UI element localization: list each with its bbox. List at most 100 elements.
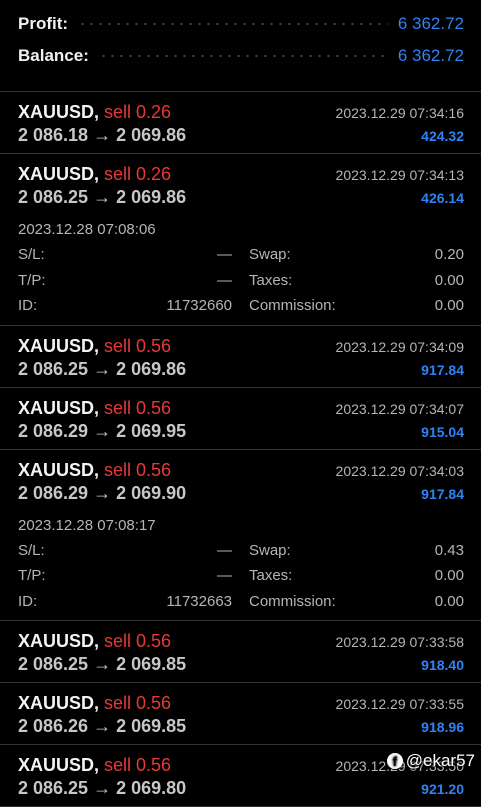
trade-details: 2023.12.28 07:08:17 S/L: — Swap: 0.43 T/P:… — [18, 511, 464, 621]
trade-title: XAUUSD, sell 0.26 — [18, 102, 171, 123]
trade-header[interactable]: XAUUSD, sell 0.26 2 086.18 → 2 069.86 202… — [18, 92, 464, 153]
trade-symbol: XAUUSD, — [18, 459, 100, 480]
trade-symbol: XAUUSD, — [18, 102, 100, 122]
arrow-icon: → — [93, 654, 112, 674]
trade-prices: 2 086.29 → 2 069.90 — [18, 483, 186, 504]
trade-profit: 426.14 — [421, 190, 464, 206]
trade-side: sell 0.56 — [104, 755, 172, 775]
tp-label: T/P: — [18, 567, 46, 584]
swap-label: Swap: — [249, 246, 291, 263]
close-time: 2023.12.29 07:34:09 — [335, 338, 464, 355]
commission-value: 0.00 — [434, 592, 464, 610]
arrow-icon: → — [93, 358, 112, 379]
trade-prices: 2 086.25 → 2 069.86 — [18, 187, 186, 208]
close-price: 2 069.90 — [116, 482, 187, 503]
id-label: ID: — [18, 297, 38, 314]
trade-profit: 915.04 — [421, 423, 464, 440]
detail-row-sl-swap: S/L: — Swap: 0.20 — [18, 242, 464, 268]
trade-title: XAUUSD, sell 0.56 — [18, 398, 171, 419]
arrow-icon: → — [93, 125, 112, 145]
close-time: 2023.12.29 07:34:07 — [335, 400, 464, 417]
tp-value: — — [217, 271, 232, 289]
trade-title: XAUUSD, sell 0.56 — [18, 460, 171, 481]
trade-title: XAUUSD, sell 0.26 — [18, 164, 171, 185]
sl-value: — — [217, 246, 232, 263]
profit-label: Profit: — [18, 14, 69, 33]
open-price: 2 086.29 — [18, 482, 89, 503]
trade-header[interactable]: XAUUSD, sell 0.56 2 086.29 → 2 069.95 202… — [18, 388, 464, 449]
trade-row[interactable]: XAUUSD, sell 0.56 2 086.26 → 2 069.85 202… — [0, 683, 481, 745]
detail-row-id-commission: ID: 11732663 Commission: 0.00 — [18, 589, 464, 615]
close-time: 2023.12.29 07:34:03 — [335, 462, 464, 479]
trade-row[interactable]: XAUUSD, sell 0.56 2 086.29 → 2 069.95 202… — [0, 388, 481, 450]
trade-header[interactable]: XAUUSD, sell 0.56 2 086.25 → 2 069.86 202… — [18, 326, 464, 387]
trade-profit: 917.84 — [421, 361, 464, 378]
trade-symbol: XAUUSD, — [18, 397, 100, 418]
trade-side: sell 0.56 — [104, 631, 172, 651]
tp-value: — — [217, 567, 232, 584]
tp-label: T/P: — [18, 271, 46, 289]
trade-title: XAUUSD, sell 0.56 — [18, 631, 171, 652]
swap-value: 0.20 — [434, 246, 464, 263]
watermark: f @ekar57 — [386, 751, 475, 771]
trade-title: XAUUSD, sell 0.56 — [18, 336, 171, 357]
balance-value: 6 362.72 — [397, 46, 464, 65]
trade-row[interactable]: XAUUSD, sell 0.26 2 086.25 → 2 069.86 202… — [0, 154, 481, 326]
detail-row-sl-swap: S/L: — Swap: 0.43 — [18, 538, 464, 564]
swap-label: Swap: — [249, 541, 291, 559]
trade-prices: 2 086.18 → 2 069.86 — [18, 125, 186, 146]
trade-prices: 2 086.25 → 2 069.85 — [18, 654, 186, 675]
arrow-icon: → — [93, 778, 112, 798]
detail-row-tp-taxes: T/P: — Taxes: 0.00 — [18, 563, 464, 589]
trade-profit: 921.20 — [421, 781, 464, 797]
trade-side: sell 0.56 — [104, 693, 172, 713]
trade-title: XAUUSD, sell 0.56 — [18, 755, 171, 776]
open-price: 2 086.26 — [18, 716, 89, 736]
trade-header[interactable]: XAUUSD, sell 0.56 2 086.26 → 2 069.85 202… — [18, 683, 464, 744]
close-time: 2023.12.29 07:33:58 — [335, 634, 464, 650]
id-label: ID: — [18, 592, 38, 610]
commission-label: Commission: — [249, 592, 336, 610]
trade-title: XAUUSD, sell 0.56 — [18, 693, 171, 714]
close-price: 2 069.80 — [116, 778, 187, 798]
open-price: 2 086.25 — [18, 358, 89, 379]
trade-side: sell 0.26 — [104, 102, 172, 122]
arrow-icon: → — [93, 187, 112, 207]
close-price: 2 069.86 — [116, 187, 187, 207]
open-time: 2023.12.28 07:08:06 — [18, 221, 156, 238]
trade-profit: 917.84 — [421, 485, 464, 502]
trade-side: sell 0.26 — [104, 164, 172, 184]
id-value: 11732660 — [166, 297, 232, 314]
open-price: 2 086.25 — [18, 654, 89, 674]
open-time: 2023.12.28 07:08:17 — [18, 516, 156, 534]
trade-header[interactable]: XAUUSD, sell 0.56 2 086.29 → 2 069.90 202… — [18, 450, 464, 511]
open-price: 2 086.25 — [18, 187, 89, 207]
account-summary: Profit: 6 362.72 Balance: 6 362.72 — [0, 8, 481, 92]
dotted-leader — [78, 23, 388, 25]
trade-row[interactable]: XAUUSD, sell 0.26 2 086.18 → 2 069.86 202… — [0, 92, 481, 154]
trade-prices: 2 086.25 → 2 069.86 — [18, 359, 186, 380]
close-time: 2023.12.29 07:33:55 — [335, 696, 464, 712]
trade-symbol: XAUUSD, — [18, 755, 100, 775]
trade-profit: 424.32 — [421, 128, 464, 144]
profit-row: Profit: 6 362.72 — [18, 8, 464, 40]
close-price: 2 069.95 — [116, 420, 187, 441]
taxes-label: Taxes: — [249, 271, 293, 289]
trade-row[interactable]: XAUUSD, sell 0.56 2 086.25 → 2 069.86 202… — [0, 326, 481, 388]
close-price: 2 069.85 — [116, 654, 187, 674]
trade-symbol: XAUUSD, — [18, 693, 100, 713]
close-time: 2023.12.29 07:34:13 — [335, 167, 464, 183]
trade-history-list: XAUUSD, sell 0.26 2 086.18 → 2 069.86 202… — [0, 92, 481, 807]
open-price: 2 086.25 — [18, 778, 89, 798]
trade-header[interactable]: XAUUSD, sell 0.56 2 086.25 → 2 069.85 202… — [18, 621, 464, 682]
arrow-icon: → — [93, 420, 112, 441]
commission-label: Commission: — [249, 297, 336, 314]
trade-side: sell 0.56 — [104, 459, 172, 480]
trade-row[interactable]: XAUUSD, sell 0.56 2 086.29 → 2 069.90 202… — [0, 450, 481, 621]
trade-prices: 2 086.25 → 2 069.80 — [18, 778, 186, 799]
taxes-value: 0.00 — [434, 271, 464, 289]
trade-row[interactable]: XAUUSD, sell 0.56 2 086.25 → 2 069.85 202… — [0, 621, 481, 683]
arrow-icon: → — [93, 716, 112, 736]
id-value: 11732663 — [166, 592, 232, 610]
trade-header[interactable]: XAUUSD, sell 0.26 2 086.25 → 2 069.86 202… — [18, 154, 464, 215]
